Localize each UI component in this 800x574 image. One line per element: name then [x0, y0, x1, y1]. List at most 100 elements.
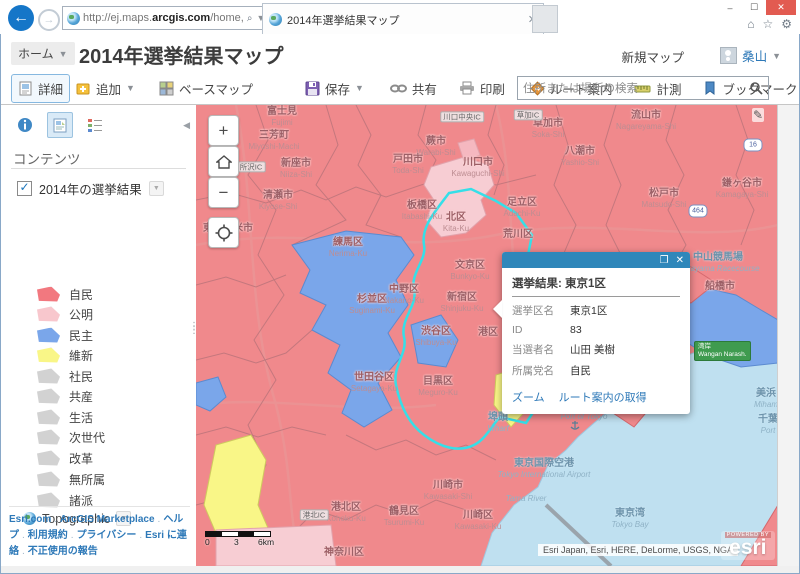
app-header: ホーム▼ 2014年選挙結果マップ 新規マップ 桑山 ▼ — [1, 34, 799, 72]
footer-link[interactable]: 不正使用の報告 — [28, 546, 98, 557]
esri-logo: POWERED BY esri — [721, 531, 775, 560]
popup-field: ID83 — [512, 324, 680, 336]
popup-field: 所属党名自民 — [512, 363, 680, 378]
add-button[interactable]: 追加▼ — [70, 75, 141, 102]
search-input[interactable]: 住所または場所の検索 — [517, 76, 769, 100]
new-map-button[interactable]: 新規マップ — [621, 47, 684, 66]
window-right-frame — [777, 105, 799, 566]
map-place-label: 新座市Niiza-Shi — [280, 158, 312, 180]
legend-swatch — [37, 328, 60, 343]
legend-item: 改革 — [37, 449, 93, 467]
print-icon — [459, 81, 475, 95]
legend-tab[interactable] — [83, 113, 107, 137]
map-place-label: 川口中央IC — [440, 105, 484, 124]
map-place-label: 鶴見区Tsurumi-Ku — [384, 506, 424, 528]
home-icon — [216, 155, 232, 169]
map-place-label: 所沢IC — [237, 155, 266, 174]
share-button[interactable]: 共有 — [384, 75, 443, 102]
add-icon — [76, 81, 91, 96]
layer-name: 2014年の選挙結果 — [39, 179, 142, 198]
locate-icon — [215, 224, 233, 242]
about-tab[interactable] — [13, 113, 37, 137]
layer-options-icon[interactable]: ▼ — [149, 181, 164, 196]
window-minimize-button[interactable]: – — [718, 0, 742, 15]
map-place-label: 船橋市 — [705, 281, 735, 293]
save-icon — [305, 81, 320, 96]
legend-item: 次世代 — [37, 428, 105, 446]
map-toolbar: 詳細 追加▼ ベースマップ 保存▼ 共有 印刷 ルート案内 計測 ブックマーク … — [1, 72, 799, 105]
details-button[interactable]: 詳細 — [11, 74, 70, 103]
popup-header: ❐ ✕ — [502, 252, 690, 268]
home-icon[interactable]: ⌂ — [747, 17, 754, 31]
legend-swatch — [37, 369, 60, 384]
window-bottom-frame — [1, 566, 799, 573]
basemap-button[interactable]: ベースマップ — [153, 75, 259, 102]
find-my-location-button[interactable] — [208, 217, 239, 248]
map-place-label: 渋谷区Shibuya-Ku — [415, 326, 456, 348]
route-shield: 464 — [689, 205, 708, 218]
home-menu-button[interactable]: ホーム▼ — [11, 42, 75, 65]
footer-link[interactable]: Esri.com — [9, 514, 51, 525]
settings-gear-icon[interactable]: ⚙ — [781, 17, 792, 31]
user-name: 桑山 — [742, 46, 767, 65]
layer-row[interactable]: ✓ 2014年の選挙結果 ▼ — [17, 179, 164, 198]
new-tab-button[interactable] — [532, 5, 558, 33]
browser-tab[interactable]: 2014年選挙結果マップ ✕ — [262, 3, 544, 35]
default-extent-button[interactable] — [208, 146, 239, 177]
user-menu[interactable]: 桑山 ▼ — [720, 46, 781, 65]
highway-sign: 湾岸Wangan Narash. — [694, 341, 751, 361]
map-canvas[interactable]: 富士見Fujimi 三芳町Miyoshi-Machi 新座市Niiza-Shi … — [196, 105, 778, 566]
legend-swatch — [37, 348, 60, 363]
map-place-label: 東京湾Tokyo Bay — [611, 508, 648, 530]
print-button[interactable]: 印刷 — [453, 75, 511, 102]
layer-checkbox[interactable]: ✓ — [17, 181, 32, 196]
footer-link[interactable]: ArcGIS Marketplace — [60, 514, 155, 525]
footer-link[interactable]: 利用規約 — [28, 530, 68, 541]
map-place-label: 千葉Port — [758, 414, 778, 436]
browser-back-button[interactable]: ← — [8, 5, 34, 31]
legend-swatch — [37, 430, 60, 445]
tab-title: 2014年選挙結果マップ — [287, 12, 399, 28]
map-place-label: 港北IC — [300, 503, 329, 522]
address-bar[interactable]: http://ej.maps.arcgis.com/home, ⌕ ▼ ▤ ↻ — [62, 6, 268, 30]
map-place-label: 鎌ヶ谷市Kamagaya-Shi — [716, 178, 768, 200]
map-place-label: 足立区Adachi-Ku — [504, 197, 541, 219]
legend-swatch — [37, 472, 60, 487]
legend-item: 無所属 — [37, 470, 105, 488]
map-place-label: 埠頭Wharf — [487, 412, 508, 434]
legend-item: 公明 — [37, 305, 93, 323]
content-tab[interactable] — [47, 112, 73, 138]
zoom-out-button[interactable]: − — [208, 177, 239, 208]
collapse-panel-arrow-icon[interactable]: ◀ — [183, 120, 190, 131]
footer-link[interactable]: プライバシー — [77, 530, 137, 541]
chevron-down-icon: ▼ — [772, 51, 781, 61]
search-icon[interactable] — [749, 81, 763, 95]
chevron-down-icon: ▼ — [355, 83, 364, 93]
popup-close-icon[interactable]: ✕ — [676, 255, 684, 266]
feature-popup: ❐ ✕ 選挙結果: 東京1区 選挙区名東京1区 ID83 当選者名山田 美樹 所… — [502, 252, 690, 414]
popup-directions-link[interactable]: ルート案内の取得 — [559, 389, 647, 405]
map-place-label: 草加IC — [514, 105, 543, 123]
details-icon — [18, 81, 33, 96]
legend-item: 共産 — [37, 387, 93, 405]
save-button[interactable]: 保存▼ — [299, 75, 370, 102]
popup-zoom-link[interactable]: ズーム — [512, 389, 545, 405]
edit-pencil-icon[interactable]: ✎ — [752, 108, 764, 122]
map-place-label: 川口市Kawaguchi-Shi — [451, 157, 504, 179]
legend-item: 自民 — [37, 285, 93, 303]
map-place-label: 神奈川区 — [324, 547, 364, 559]
avatar — [720, 47, 737, 64]
map-place-label: 東京国際空港Tokyo International Airport — [498, 458, 591, 480]
map-place-label: 世田谷区Setagaya-Ku — [351, 372, 397, 394]
window-close-button[interactable]: ✕ — [766, 0, 796, 15]
favorites-star-icon[interactable]: ☆ — [762, 17, 773, 31]
browser-forward-button[interactable]: → — [38, 9, 60, 31]
map-place-label: 港北区Kohoku-Ku — [326, 502, 366, 524]
browser-chrome: ← → http://ej.maps.arcgis.com/home, ⌕ ▼ … — [0, 0, 800, 34]
popup-maximize-icon[interactable]: ❐ — [660, 255, 669, 266]
popup-field: 当選者名山田 美樹 — [512, 342, 680, 357]
zoom-in-button[interactable]: + — [208, 115, 239, 146]
window-maximize-button[interactable]: ☐ — [742, 0, 766, 15]
legend-swatch — [37, 287, 60, 302]
search-icon[interactable]: ⌕ — [247, 13, 253, 24]
